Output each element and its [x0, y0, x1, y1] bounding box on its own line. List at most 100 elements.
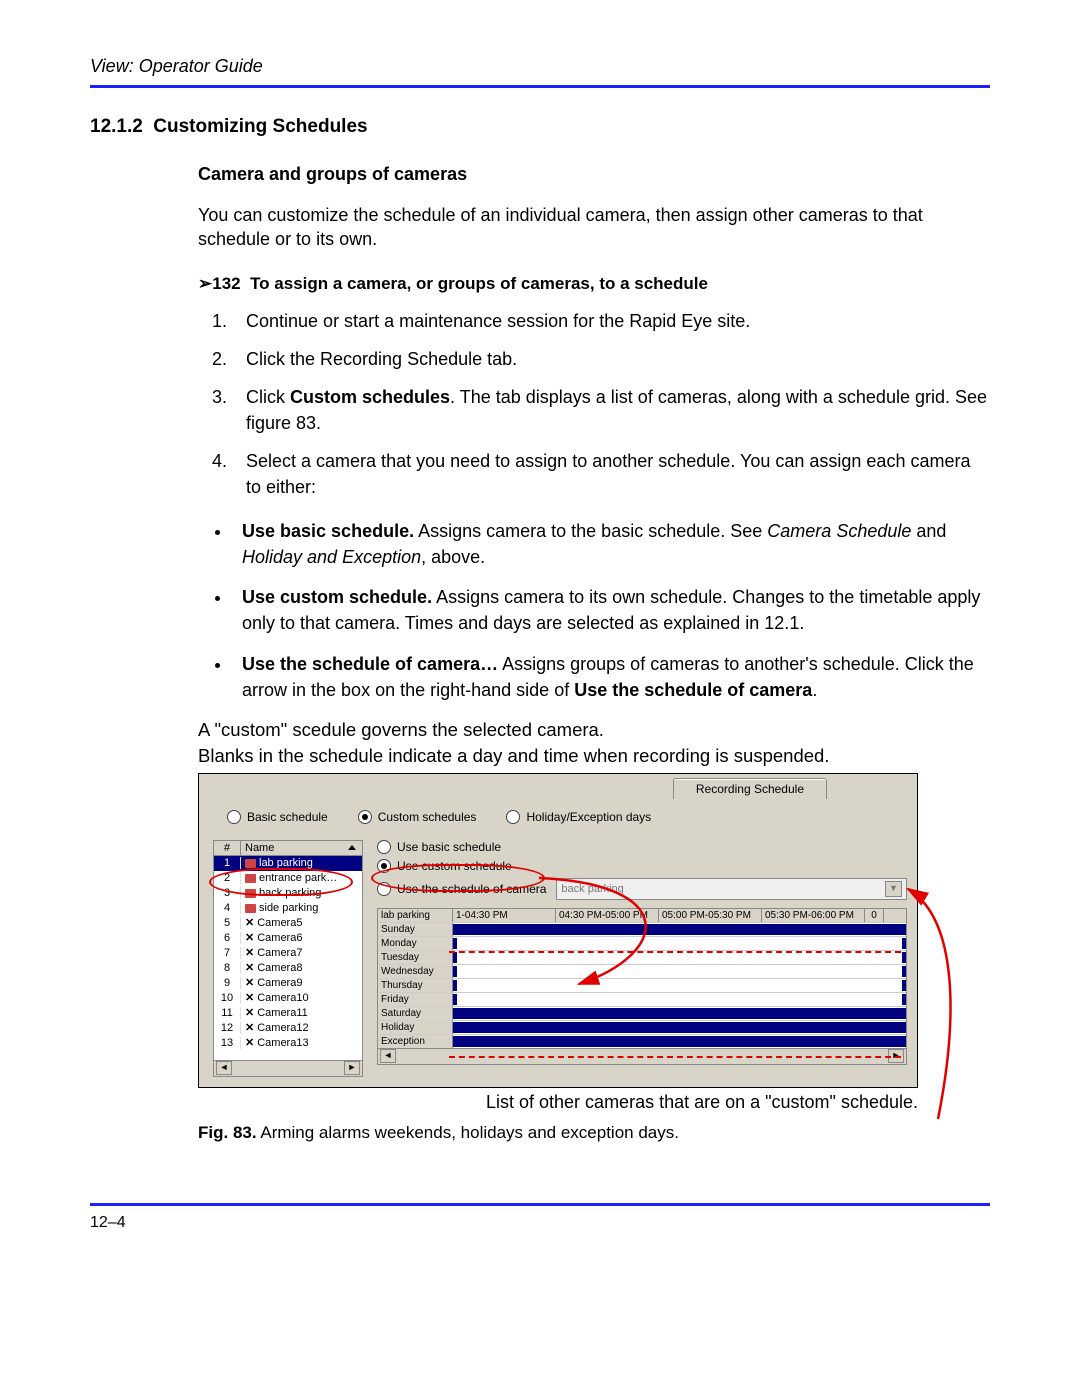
day-label: Saturday — [378, 1007, 453, 1020]
figure-text: Arming alarms weekends, holidays and exc… — [257, 1123, 679, 1142]
grid-body[interactable]: SundayMondayTuesdayWednesdayThursdayFrid… — [378, 922, 906, 1048]
sort-asc-icon — [348, 845, 356, 850]
x-icon: ✕ — [245, 963, 254, 974]
figure-label: Fig. 83. — [198, 1123, 257, 1142]
figure-83: A "custom" scedule governs the selected … — [198, 719, 990, 1143]
schedule-mode-radios: Basic schedule Custom schedules Holiday/… — [199, 800, 917, 840]
x-icon: ✕ — [245, 933, 254, 944]
procedure-heading: ➢132 To assign a camera, or groups of ca… — [198, 274, 990, 294]
grid-header: lab parking 1-04:30 PM 04:30 PM-05:00 PM… — [378, 909, 906, 922]
x-icon: ✕ — [245, 978, 254, 989]
page-number: 12–4 — [90, 1214, 990, 1232]
annotation-bottom: List of other cameras that are on a "cus… — [198, 1092, 918, 1113]
camera-icon — [245, 904, 256, 913]
x-icon: ✕ — [245, 993, 254, 1004]
section-number: 12.1.2 — [90, 116, 143, 137]
day-label: Sunday — [378, 923, 453, 936]
time-col: 1-04:30 PM — [453, 909, 556, 922]
day-label: Thursday — [378, 979, 453, 992]
time-col: 04:30 PM-05:00 PM — [556, 909, 659, 922]
x-icon: ✕ — [245, 1008, 254, 1019]
time-col: 05:00 PM-05:30 PM — [659, 909, 762, 922]
day-label: Holiday — [378, 1021, 453, 1034]
radio-icon — [358, 810, 372, 824]
grid-row[interactable]: Friday — [378, 992, 906, 1006]
step-4: Select a camera that you need to assign … — [232, 448, 990, 500]
intro-paragraph: You can customize the schedule of an ind… — [198, 203, 990, 252]
grid-row[interactable]: Saturday — [378, 1006, 906, 1020]
annotation-oval-use-custom — [371, 864, 545, 892]
col-number: # — [214, 841, 241, 855]
grid-row[interactable]: Holiday — [378, 1020, 906, 1034]
screenshot-recording-schedule: Recording Schedule Basic schedule Custom… — [198, 773, 918, 1088]
chevron-down-icon[interactable]: ▼ — [885, 881, 902, 897]
grid-row[interactable]: Thursday — [378, 978, 906, 992]
camera-row[interactable]: 8✕Camera8 — [214, 961, 362, 976]
radio-holiday-exception[interactable]: Holiday/Exception days — [506, 810, 651, 824]
x-icon: ✕ — [245, 918, 254, 929]
camera-row[interactable]: 11✕Camera11 — [214, 1006, 362, 1021]
radio-basic-schedule[interactable]: Basic schedule — [227, 810, 328, 824]
camera-list-header[interactable]: # Name — [213, 840, 363, 856]
annotation-dash-exception — [449, 1056, 901, 1058]
camera-row[interactable]: 10✕Camera10 — [214, 991, 362, 1006]
x-icon: ✕ — [245, 948, 254, 959]
radio-icon — [377, 840, 391, 854]
header-rule — [90, 85, 990, 88]
camera-row[interactable]: 7✕Camera7 — [214, 946, 362, 961]
scroll-right-icon[interactable]: ► — [344, 1061, 360, 1075]
day-label: Friday — [378, 993, 453, 1006]
figure-caption: Fig. 83. Arming alarms weekends, holiday… — [198, 1123, 990, 1143]
camera-row[interactable]: 6✕Camera6 — [214, 931, 362, 946]
grid-row[interactable]: Wednesday — [378, 964, 906, 978]
camera-row[interactable]: 5✕Camera5 — [214, 916, 362, 931]
annotation-oval-selected-camera — [209, 868, 353, 896]
section-title: Customizing Schedules — [153, 116, 367, 137]
procedure-steps: Continue or start a maintenance session … — [198, 308, 990, 501]
other-camera-combo[interactable]: back parking ▼ — [556, 878, 907, 900]
annotation-line-2: Blanks in the schedule indicate a day an… — [198, 745, 990, 767]
col-name: Name — [245, 842, 274, 854]
procedure-marker: ➢132 — [198, 274, 241, 293]
scroll-left-icon[interactable]: ◄ — [380, 1049, 396, 1063]
grid-row[interactable]: Sunday — [378, 922, 906, 936]
tab-bar: Recording Schedule — [199, 774, 917, 800]
grid-row[interactable]: Exception — [378, 1034, 906, 1048]
scroll-left-icon[interactable]: ◄ — [216, 1061, 232, 1075]
step-3: Click Custom schedules. The tab displays… — [232, 384, 990, 436]
step-2: Click the Recording Schedule tab. — [232, 346, 990, 372]
procedure-title: To assign a camera, or groups of cameras… — [250, 274, 708, 293]
combo-value: back parking — [561, 883, 623, 895]
bullet-other-camera: Use the schedule of camera… Assigns grou… — [232, 651, 990, 703]
bullet-basic: Use basic schedule. Assigns camera to th… — [232, 518, 990, 570]
time-col: 05:30 PM-06:00 PM — [762, 909, 865, 922]
radio-icon — [506, 810, 520, 824]
bullet-custom: Use custom schedule. Assigns camera to i… — [232, 584, 990, 636]
camera-row[interactable]: 12✕Camera12 — [214, 1021, 362, 1036]
camera-icon — [245, 859, 256, 868]
x-icon: ✕ — [245, 1038, 254, 1049]
radio-custom-schedules[interactable]: Custom schedules — [358, 810, 477, 824]
day-label: Exception — [378, 1035, 453, 1048]
grid-corner: lab parking — [378, 909, 453, 922]
camera-row[interactable]: 4side parking — [214, 901, 362, 916]
camera-row[interactable]: 13✕Camera13 — [214, 1036, 362, 1051]
camera-row[interactable]: 9✕Camera9 — [214, 976, 362, 991]
footer-rule — [90, 1203, 990, 1206]
time-col-extra: 0 — [865, 909, 884, 922]
radio-use-basic[interactable]: Use basic schedule — [377, 840, 907, 854]
running-header: View: Operator Guide — [90, 56, 990, 77]
annotation-line-1: A "custom" scedule governs the selected … — [198, 719, 990, 741]
x-icon: ✕ — [245, 1023, 254, 1034]
subsection-heading: Camera and groups of cameras — [198, 164, 990, 185]
section-heading: 12.1.2 Customizing Schedules — [90, 116, 990, 138]
schedule-grid[interactable]: lab parking 1-04:30 PM 04:30 PM-05:00 PM… — [377, 908, 907, 1065]
tab-recording-schedule[interactable]: Recording Schedule — [673, 778, 827, 799]
day-label: Monday — [378, 937, 453, 950]
day-label: Wednesday — [378, 965, 453, 978]
camera-list-hscroll[interactable]: ◄ ► — [213, 1061, 363, 1077]
grid-row[interactable]: Monday — [378, 936, 906, 950]
radio-icon — [227, 810, 241, 824]
option-bullets: Use basic schedule. Assigns camera to th… — [198, 518, 990, 703]
step-1: Continue or start a maintenance session … — [232, 308, 990, 334]
